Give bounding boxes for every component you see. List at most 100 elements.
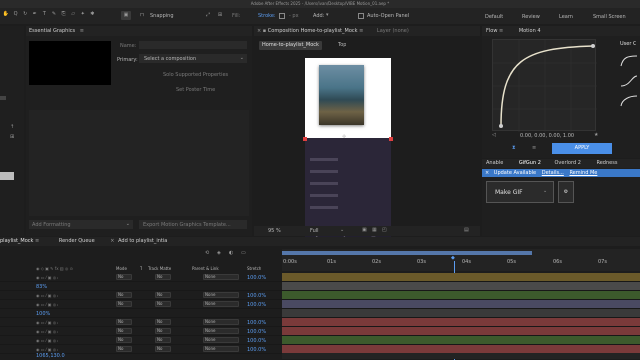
color-swatch[interactable] — [0, 172, 14, 180]
layer-duration-bar[interactable] — [282, 300, 640, 308]
project-item[interactable] — [0, 96, 6, 100]
essential-graphics-title[interactable]: Essential Graphics — [29, 28, 75, 34]
mode-dropdown[interactable]: No — [116, 274, 132, 280]
close-icon[interactable]: × — [110, 237, 114, 246]
stretch-value[interactable]: 100.0% — [247, 329, 266, 335]
timecode[interactable]: 1065,130.0 — [36, 353, 65, 359]
stretch-value[interactable]: 100.0% — [247, 320, 266, 326]
layer-duration-bar[interactable] — [282, 345, 640, 353]
chevron-down-icon[interactable]: ⌄ — [543, 188, 547, 194]
lock-icon[interactable]: ▪ — [263, 26, 266, 36]
layer-row[interactable]: ◉ ▭ ⁄ ▣ ◎ ⁄ No No None 100.0% — [0, 273, 640, 282]
tab-playlist-mock[interactable]: playlist_Mock — [0, 238, 33, 244]
comp-flowchart-icon[interactable]: ⟲ — [205, 250, 209, 256]
mode-dropdown[interactable]: No — [116, 346, 132, 352]
stretch-value[interactable]: 100.0% — [247, 293, 266, 299]
mode-dropdown[interactable]: No — [116, 292, 132, 298]
preset-curve-icon[interactable] — [620, 95, 638, 107]
curve-editor[interactable] — [492, 39, 597, 132]
parent-dropdown[interactable]: None — [203, 337, 239, 343]
solo-supported-button[interactable]: Solo Supported Properties — [163, 72, 228, 78]
roto-tool-icon[interactable]: ✦ — [79, 11, 87, 17]
layer-switches[interactable]: ◉ ▭ ⁄ ▣ ◎ ⁄ — [36, 293, 58, 298]
column-parent[interactable]: Parent & Link — [192, 266, 219, 271]
expand-icon[interactable]: ⤢ — [204, 12, 212, 18]
composition-title[interactable]: Composition Home-to-playlist_Mock — [268, 28, 358, 34]
draft-3d-icon[interactable]: ◈ — [217, 250, 221, 256]
resolution-dropdown[interactable]: Full — [310, 228, 319, 234]
mode-dropdown[interactable]: No — [116, 328, 132, 334]
eraser-tool-icon[interactable]: ▱ — [69, 11, 77, 17]
brush-tool-icon[interactable]: ✎ — [50, 11, 58, 17]
grid-icon[interactable]: ⊞ — [10, 134, 14, 140]
layer-duration-bar[interactable] — [282, 273, 640, 281]
camera-icon[interactable]: ▤ — [464, 227, 469, 233]
layer-row[interactable]: ◉ ▭ ⁄ ▣ ◎ ⁄ No No None 100.0% — [0, 291, 640, 300]
pen-tool-icon[interactable]: ✒ — [31, 11, 39, 17]
layer-duration-bar[interactable] — [282, 327, 640, 335]
layer-duration-bar[interactable] — [282, 282, 640, 290]
layer-value[interactable]: 83% — [36, 284, 47, 290]
auto-open-checkbox[interactable] — [358, 13, 364, 19]
layer-row[interactable]: ◉ ▭ ⁄ ▣ ◎ ⁄ No No None 100.0% — [0, 336, 640, 345]
preset-curve-icon[interactable] — [620, 75, 638, 87]
star-icon[interactable]: ★ — [594, 132, 598, 138]
layer-switches[interactable]: ◉ ▭ ⁄ ▣ ◎ ⁄ — [36, 347, 58, 352]
add-formatting-dropdown[interactable]: Add Formatting ⌄ — [29, 220, 133, 229]
clone-tool-icon[interactable]: ⎘ — [60, 11, 68, 17]
tab-top[interactable]: Top — [338, 41, 346, 50]
stroke-width[interactable]: - px — [289, 13, 299, 19]
tab-add-to-playlist[interactable]: Add to playlist_intia — [118, 238, 167, 244]
selection-handle[interactable] — [303, 137, 307, 141]
bezier-curve[interactable] — [493, 40, 597, 132]
stretch-value[interactable]: 100.0% — [247, 275, 266, 281]
selection-handle[interactable] — [389, 137, 393, 141]
layer-row[interactable]: 100% — [0, 309, 640, 318]
apply-button[interactable]: APPLY — [552, 143, 612, 154]
layer-switches[interactable]: ◉ ▭ ⁄ ▣ ◎ ⁄ — [36, 329, 58, 334]
layer-switches[interactable]: ◉ ▭ ⁄ ▣ ◎ ⁄ — [36, 275, 58, 280]
workspace-learn[interactable]: Learn — [559, 14, 573, 20]
column-track-matte[interactable]: Track Matte — [148, 266, 171, 271]
settings-button[interactable]: ⚙ — [558, 181, 574, 203]
tab-gifgun[interactable]: GifGun 2 — [519, 160, 541, 166]
layer-title[interactable]: Layer (none) — [377, 28, 409, 34]
track-matte-dropdown[interactable]: No — [155, 319, 171, 325]
column-t[interactable]: T — [140, 266, 142, 271]
motion-blur-icon[interactable]: ◐ — [229, 250, 233, 256]
hand-tool-icon[interactable]: ✋ — [2, 11, 10, 17]
work-area-bar[interactable] — [282, 251, 532, 255]
track-matte-dropdown[interactable]: No — [155, 328, 171, 334]
layer-duration-bar[interactable] — [282, 309, 640, 317]
snapping-toggle-icon[interactable]: ▣ — [121, 11, 131, 20]
layer-row[interactable]: ◉ ▭ ⁄ ▣ ◎ ⁄ No No None 100.0% — [0, 327, 640, 336]
region-icon[interactable]: ▣ — [362, 227, 367, 233]
layer-switches[interactable]: ◉ ▭ ⁄ ▣ ◎ ⁄ — [36, 320, 58, 325]
auto-open-label[interactable]: Auto-Open Panel — [367, 13, 409, 19]
layer-duration-bar[interactable] — [282, 318, 640, 326]
layer-duration-bar[interactable] — [282, 291, 640, 299]
layer-switches[interactable]: ◉ ▭ ⁄ ▣ ◎ ⁄ — [36, 302, 58, 307]
export-template-button[interactable]: Export Motion Graphics Template... — [139, 220, 247, 229]
make-gif-button[interactable]: Make GIF ⌄ — [486, 181, 554, 203]
workspace-review[interactable]: Review — [522, 14, 540, 20]
arrow-icon[interactable]: ↑ — [10, 124, 14, 130]
parent-dropdown[interactable]: None — [203, 319, 239, 325]
panel-menu-icon[interactable]: ≡ — [499, 26, 503, 36]
workspace-default[interactable]: Default — [485, 14, 503, 20]
remind-link[interactable]: Remind Me — [569, 170, 597, 176]
tab-overlord[interactable]: Overlord 2 — [555, 160, 581, 166]
snapping-label[interactable]: Snapping — [150, 13, 174, 19]
track-matte-dropdown[interactable]: No — [155, 346, 171, 352]
tab-anable[interactable]: Anable — [486, 160, 503, 166]
stroke-label[interactable]: Stroke: — [258, 13, 276, 19]
parent-dropdown[interactable]: None — [203, 274, 239, 280]
column-mode[interactable]: Mode — [116, 266, 127, 271]
close-icon[interactable]: × — [485, 169, 489, 177]
parent-dropdown[interactable]: None — [203, 292, 239, 298]
mode-dropdown[interactable]: No — [116, 319, 132, 325]
transparency-grid-icon[interactable]: ▦ — [372, 227, 377, 233]
parent-dropdown[interactable]: None — [203, 346, 239, 352]
timeline-zoom-bar[interactable] — [282, 353, 640, 359]
mode-dropdown[interactable]: No — [116, 301, 132, 307]
